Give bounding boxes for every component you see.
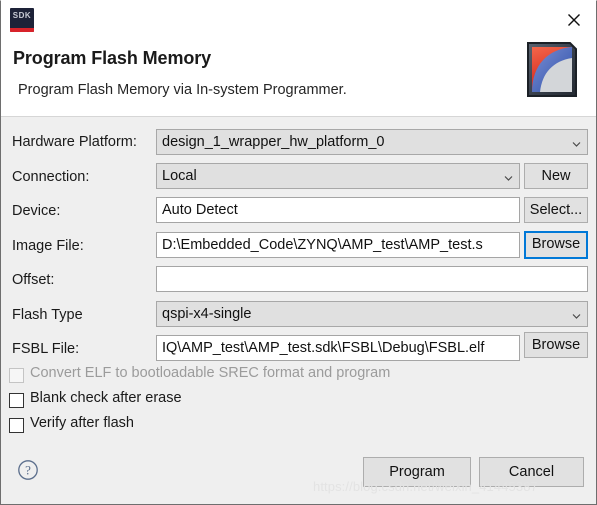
device-input[interactable]: Auto Detect [156,197,520,223]
chevron-down-icon [504,174,513,183]
xilinx-sdk-logo-icon [526,37,578,99]
cancel-button[interactable]: Cancel [479,457,584,487]
label-fsbl-file: FSBL File: [12,341,80,357]
new-connection-button[interactable]: New [524,163,588,189]
connection-combo[interactable]: Local [156,163,520,189]
flash-type-value: qspi-x4-single [162,306,252,322]
label-hardware-platform: Hardware Platform: [12,134,137,150]
chevron-down-icon [572,140,581,149]
image-file-input[interactable]: D:\Embedded_Code\ZYNQ\AMP_test\AMP_test.… [156,232,520,258]
verify-after-flash-label: Verify after flash [30,415,134,431]
browse-image-file-button[interactable]: Browse [524,231,588,259]
blank-check-after-erase-label: Blank check after erase [30,390,182,406]
svg-text:?: ? [25,463,31,478]
hardware-platform-value: design_1_wrapper_hw_platform_0 [162,134,385,150]
flash-type-combo[interactable]: qspi-x4-single [156,301,588,327]
sdk-app-icon: SDK [10,8,34,32]
browse-fsbl-file-button[interactable]: Browse [524,332,588,358]
fsbl-file-value: IQ\AMP_test\AMP_test.sdk\FSBL\Debug\FSBL… [162,340,485,356]
offset-input[interactable] [156,266,588,292]
page-title: Program Flash Memory [13,48,212,68]
label-device: Device: [12,203,61,219]
close-icon[interactable] [561,7,587,33]
fsbl-file-input[interactable]: IQ\AMP_test\AMP_test.sdk\FSBL\Debug\FSBL… [156,335,520,361]
verify-after-flash-checkbox[interactable] [9,418,24,433]
help-icon[interactable]: ? [17,459,39,481]
sdk-app-icon-label: SDK [12,11,32,20]
chevron-down-icon [572,312,581,321]
dialog-header: SDK Program Flash Memory Program Flash M… [1,1,596,117]
label-flash-type: Flash Type [12,307,83,323]
program-flash-memory-dialog: SDK Program Flash Memory Program Flash M… [0,0,597,505]
select-device-button[interactable]: Select... [524,197,588,223]
sdk-app-icon-accent-bar [10,28,34,32]
label-offset: Offset: [12,272,55,288]
blank-check-after-erase-checkbox[interactable] [9,393,24,408]
label-image-file: Image File: [12,238,84,254]
device-value: Auto Detect [162,202,238,218]
convert-elf-label: Convert ELF to bootloadable SREC format … [30,365,391,381]
program-button[interactable]: Program [363,457,471,487]
convert-elf-checkbox [9,368,24,383]
image-file-value: D:\Embedded_Code\ZYNQ\AMP_test\AMP_test.… [162,237,483,253]
page-subtitle: Program Flash Memory via In-system Progr… [18,82,347,98]
hardware-platform-combo[interactable]: design_1_wrapper_hw_platform_0 [156,129,588,155]
connection-value: Local [162,168,197,184]
label-connection: Connection: [12,169,90,185]
